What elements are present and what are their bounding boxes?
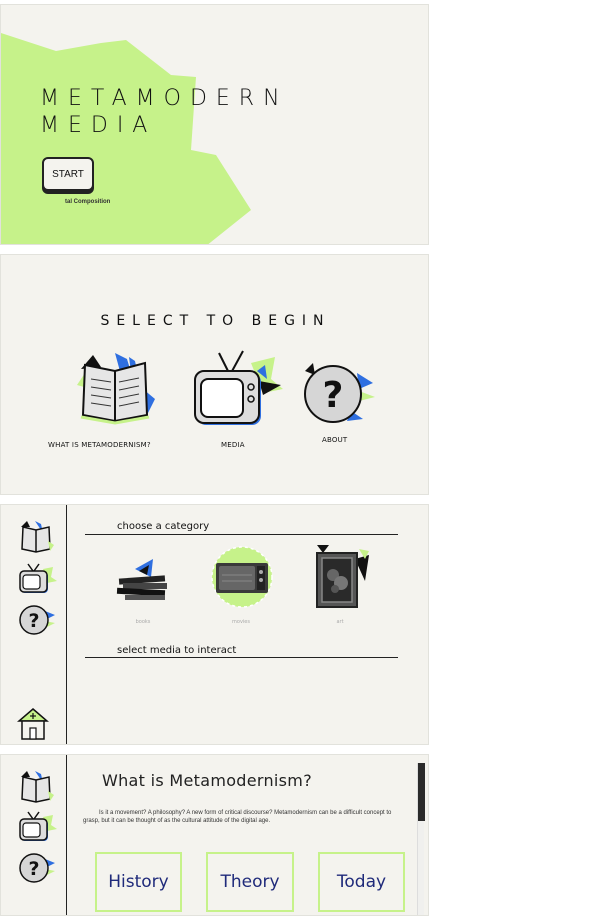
- choose-category-heading: choose a category: [117, 521, 210, 532]
- sidebar-book-icon[interactable]: [17, 769, 55, 803]
- select-title: SELECT TO BEGIN: [100, 313, 331, 329]
- sidebar: ?: [1, 755, 67, 915]
- picture-frame-icon: [316, 545, 369, 608]
- divider-line: [85, 534, 398, 535]
- option-label-about[interactable]: ABOUT: [322, 436, 347, 444]
- svg-text:?: ?: [28, 610, 39, 632]
- sidebar-question-icon[interactable]: ?: [17, 603, 57, 637]
- caption-text: tal Composition: [65, 199, 111, 205]
- category-movies[interactable]: [210, 545, 274, 609]
- sidebar-book-icon[interactable]: [17, 519, 55, 553]
- category-art[interactable]: [311, 545, 371, 611]
- title-screen: METAMODERN MEDIA START tal Composition: [0, 4, 429, 245]
- app-title-line1: METAMODERN: [40, 86, 289, 111]
- books-stack-icon: [116, 559, 167, 600]
- home-icon[interactable]: [17, 707, 49, 741]
- tv-icon: [194, 350, 283, 425]
- category-label-movies[interactable]: movies: [211, 619, 271, 625]
- svg-text:?: ?: [323, 375, 344, 416]
- book-icon: [77, 353, 155, 425]
- today-button[interactable]: Today: [318, 852, 405, 912]
- tv-circle-icon: [211, 546, 273, 608]
- divider-line: [85, 657, 398, 658]
- category-label-books[interactable]: books: [113, 619, 173, 625]
- page-title: What is Metamodernism?: [102, 771, 312, 790]
- option-label-media[interactable]: MEDIA: [221, 441, 245, 449]
- category-books[interactable]: [113, 555, 173, 605]
- intro-paragraph: Is it a movement? A philosophy? A new fo…: [83, 810, 392, 824]
- sidebar-question-icon[interactable]: ?: [17, 851, 57, 885]
- app-title: METAMODERN MEDIA: [40, 85, 289, 139]
- select-screen: SELECT TO BEGIN WHAT IS METAMODERNISM? M…: [0, 254, 429, 495]
- category-screen: ? choose a category books movies art sel…: [0, 504, 429, 745]
- sidebar-tv-icon[interactable]: [17, 563, 57, 595]
- start-button[interactable]: START: [42, 157, 94, 191]
- option-media[interactable]: [193, 349, 285, 429]
- what-is-screen: ? What is Metamodernism? Is it a movemen…: [0, 754, 429, 916]
- history-button[interactable]: History: [95, 852, 182, 912]
- scrollbar-thumb[interactable]: [418, 763, 425, 821]
- theory-button[interactable]: Theory: [206, 852, 294, 912]
- sidebar: ?: [1, 505, 67, 744]
- option-label-what-is[interactable]: WHAT IS METAMODERNISM?: [48, 441, 151, 449]
- svg-text:?: ?: [28, 858, 39, 880]
- app-title-line2: MEDIA: [40, 113, 157, 138]
- category-label-art[interactable]: art: [310, 619, 370, 625]
- sidebar-tv-icon[interactable]: [17, 811, 57, 843]
- option-about[interactable]: ?: [301, 361, 377, 429]
- option-what-is-metamodernism[interactable]: [71, 349, 161, 427]
- select-media-heading: select media to interact: [117, 645, 237, 656]
- scrollbar[interactable]: [417, 763, 425, 915]
- question-icon: ?: [304, 363, 375, 423]
